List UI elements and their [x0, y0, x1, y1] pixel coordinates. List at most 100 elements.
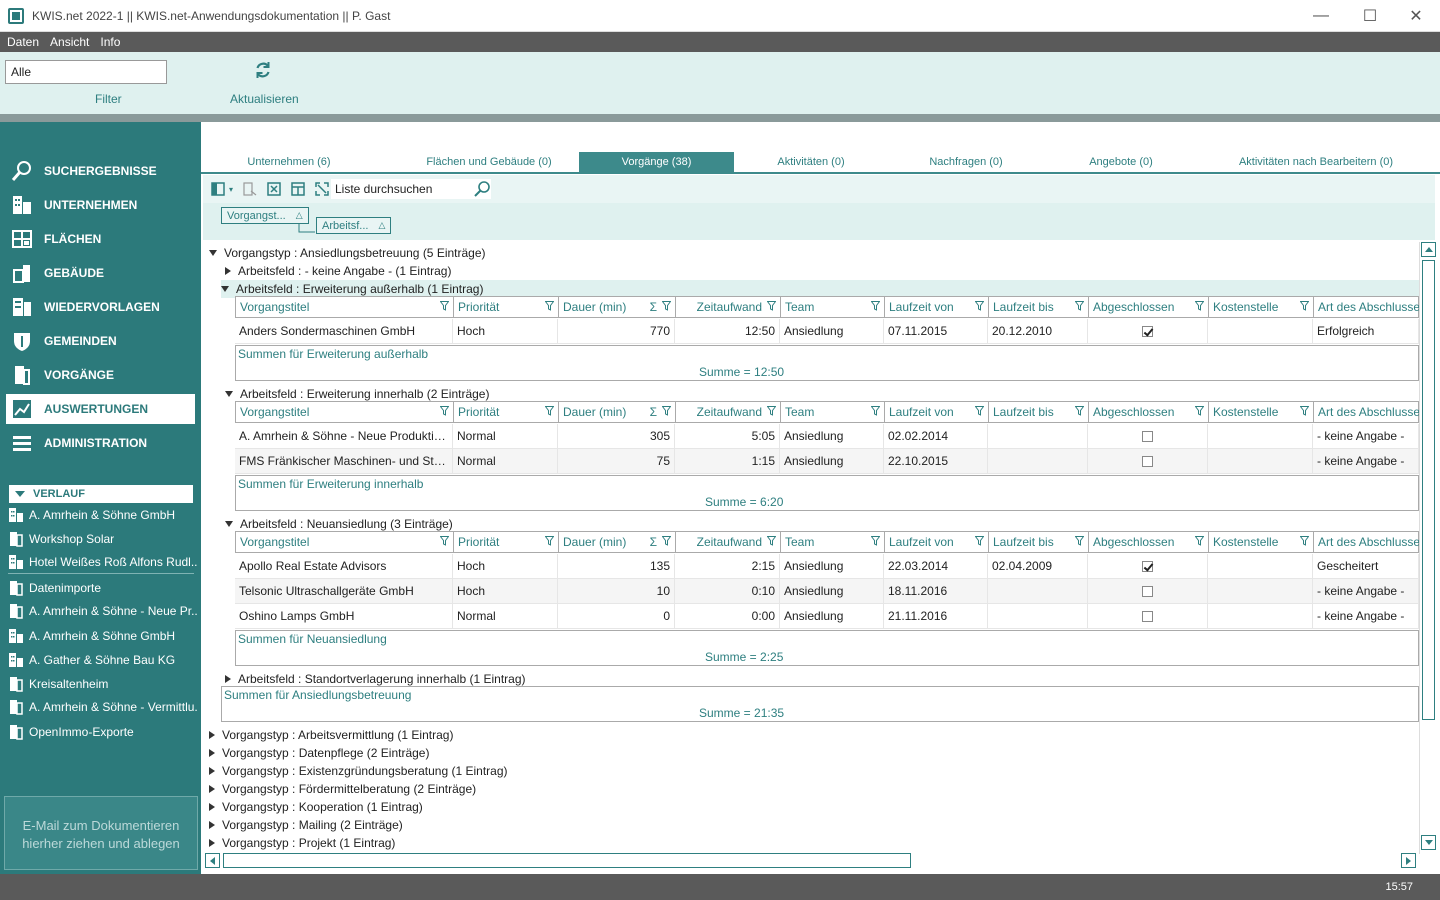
clear-filter-icon[interactable] [241, 180, 259, 198]
nav-suchergebnisse[interactable]: SUCHERGEBNISSE [6, 156, 195, 186]
column-header[interactable]: Laufzeit bis [989, 402, 1089, 422]
history-item[interactable]: Hotel Weißes Roß Alfons Rudl... [8, 551, 198, 573]
table-cell[interactable] [1088, 579, 1208, 603]
history-item[interactable]: Workshop Solar [8, 528, 198, 550]
table-cell[interactable]: Telsonic Ultraschallgeräte GmbH [235, 579, 453, 603]
column-header[interactable]: Zeitaufwand [676, 297, 781, 317]
column-header[interactable]: Kostenstelle [1209, 402, 1314, 422]
scroll-thumb[interactable] [1422, 260, 1435, 720]
nav-vorgaenge[interactable]: VORGÄNGE [6, 360, 195, 390]
table-cell[interactable] [1208, 604, 1313, 628]
filter-icon[interactable] [545, 536, 554, 546]
nav-administration[interactable]: ADMINISTRATION [6, 428, 195, 458]
table-cell[interactable]: 770 [558, 319, 675, 343]
expand-icon[interactable] [209, 749, 215, 757]
column-header[interactable]: Team [781, 532, 885, 552]
table-cell[interactable]: 0:00 [675, 604, 780, 628]
column-header[interactable]: Abgeschlossen [1089, 532, 1209, 552]
filter-icon[interactable] [1195, 406, 1204, 416]
group-row[interactable]: Vorgangstyp : Projekt (1 Eintrag) [209, 834, 1419, 852]
column-header[interactable]: Abgeschlossen [1089, 297, 1209, 317]
column-header[interactable]: Kostenstelle [1209, 297, 1314, 317]
column-header[interactable]: Dauer (min) Σ [559, 297, 676, 317]
group-row[interactable]: Vorgangstyp : Fördermittelberatung (2 Ei… [209, 780, 1419, 798]
table-cell[interactable]: Apollo Real Estate Advisors [235, 554, 453, 578]
tab-vorgaenge[interactable]: Vorgänge (38) [579, 152, 734, 172]
filter-icon[interactable] [767, 536, 776, 546]
filter-icon[interactable] [662, 536, 671, 546]
filter-icon[interactable] [440, 406, 449, 416]
scroll-down-button[interactable] [1421, 835, 1436, 850]
table-cell[interactable]: 75 [558, 449, 675, 473]
close-button[interactable]: ✕ [1393, 0, 1439, 32]
column-header[interactable]: Team [781, 402, 885, 422]
table-row[interactable]: Apollo Real Estate Advisors Hoch 135 2:15 An… [235, 554, 1419, 579]
filter-icon[interactable] [662, 406, 671, 416]
tab-aktivitaeten-bearbeiter[interactable]: Aktivitäten nach Bearbeitern (0) [1211, 152, 1421, 172]
collapse-icon[interactable] [225, 391, 233, 397]
expand-icon[interactable] [209, 821, 215, 829]
table-cell[interactable]: 18.11.2016 [884, 579, 988, 603]
table-cell[interactable]: Ansiedlung [780, 554, 884, 578]
filter-icon[interactable] [1300, 536, 1309, 546]
table-cell[interactable]: 22.03.2014 [884, 554, 988, 578]
filter-icon[interactable] [767, 406, 776, 416]
table-cell[interactable]: 20.12.2010 [988, 319, 1088, 343]
nav-unternehmen[interactable]: UNTERNEHMEN [6, 190, 195, 220]
tab-flaechen-gebaeude[interactable]: Flächen und Gebäude (0) [399, 152, 579, 172]
expand-icon[interactable] [313, 180, 331, 198]
nav-flaechen[interactable]: FLÄCHEN [6, 224, 195, 254]
table-cell[interactable]: - keine Angabe - [1313, 424, 1419, 448]
table-cell[interactable]: 2:15 [675, 554, 780, 578]
history-item[interactable]: A. Amrhein & Söhne GmbH [8, 504, 198, 526]
table-cell[interactable]: 22.10.2015 [884, 449, 988, 473]
column-header[interactable]: Dauer (min) Σ [559, 402, 676, 422]
scroll-right-button[interactable] [1401, 853, 1416, 868]
tab-unternehmen[interactable]: Unternehmen (6) [209, 152, 369, 172]
filter-icon[interactable] [545, 301, 554, 311]
column-header[interactable]: Vorgangstitel [236, 532, 454, 552]
table-cell[interactable]: Hoch [453, 319, 558, 343]
table-cell[interactable] [988, 424, 1088, 448]
column-header[interactable]: Vorgangstitel [236, 297, 454, 317]
table-row[interactable]: Telsonic Ultraschallgeräte GmbH Hoch 10 0:1… [235, 579, 1419, 604]
nav-auswertungen[interactable]: AUSWERTUNGEN [6, 394, 195, 424]
table-cell[interactable]: Gescheitert [1313, 554, 1419, 578]
menu-ansicht[interactable]: Ansicht [50, 35, 89, 49]
table-cell[interactable]: A. Amrhein & Söhne - Neue Produktionshal… [235, 424, 453, 448]
refresh-button[interactable]: Aktualisieren [230, 92, 299, 106]
table-cell[interactable] [1088, 554, 1208, 578]
history-item[interactable]: A. Amrhein & Söhne - Vermittlu... [8, 696, 198, 718]
columns-icon[interactable] [209, 180, 227, 198]
collapse-icon[interactable] [221, 286, 229, 292]
expand-icon[interactable] [209, 731, 215, 739]
filter-icon[interactable] [440, 536, 449, 546]
column-header[interactable]: Dauer (min) Σ [559, 532, 676, 552]
maximize-button[interactable]: ☐ [1347, 0, 1393, 32]
expand-icon[interactable] [209, 803, 215, 811]
table-cell[interactable]: 0 [558, 604, 675, 628]
group-row[interactable]: Vorgangstyp : Ansiedlungsbetreuung (5 Ei… [209, 244, 1419, 262]
table-cell[interactable]: 5:05 [675, 424, 780, 448]
column-header[interactable]: Priorität [454, 297, 559, 317]
scroll-up-button[interactable] [1421, 242, 1436, 257]
subgroup-row[interactable]: Arbeitsfeld : - keine Angabe - (1 Eintra… [225, 262, 1419, 280]
column-header[interactable]: Art des Abschlusses [1314, 402, 1419, 422]
table-cell[interactable]: 21.11.2016 [884, 604, 988, 628]
column-header[interactable]: Zeitaufwand [676, 402, 781, 422]
table-cell[interactable]: 02.04.2009 [988, 554, 1088, 578]
expand-icon[interactable] [209, 839, 215, 847]
group-chip-vorgangstyp[interactable]: Vorgangst... △ [221, 207, 309, 224]
table-cell[interactable] [1208, 424, 1313, 448]
table-cell[interactable] [1088, 449, 1208, 473]
minimize-button[interactable]: — [1298, 0, 1344, 32]
table-cell[interactable]: Hoch [453, 554, 558, 578]
menu-info[interactable]: Info [100, 35, 120, 49]
table-cell[interactable] [1208, 554, 1313, 578]
menu-daten[interactable]: Daten [7, 35, 39, 49]
table-cell[interactable]: 12:50 [675, 319, 780, 343]
column-header[interactable]: Laufzeit bis [989, 297, 1089, 317]
table-cell[interactable]: Erfolgreich [1313, 319, 1419, 343]
completed-checkbox[interactable] [1142, 611, 1153, 623]
table-cell[interactable]: Ansiedlung [780, 449, 884, 473]
